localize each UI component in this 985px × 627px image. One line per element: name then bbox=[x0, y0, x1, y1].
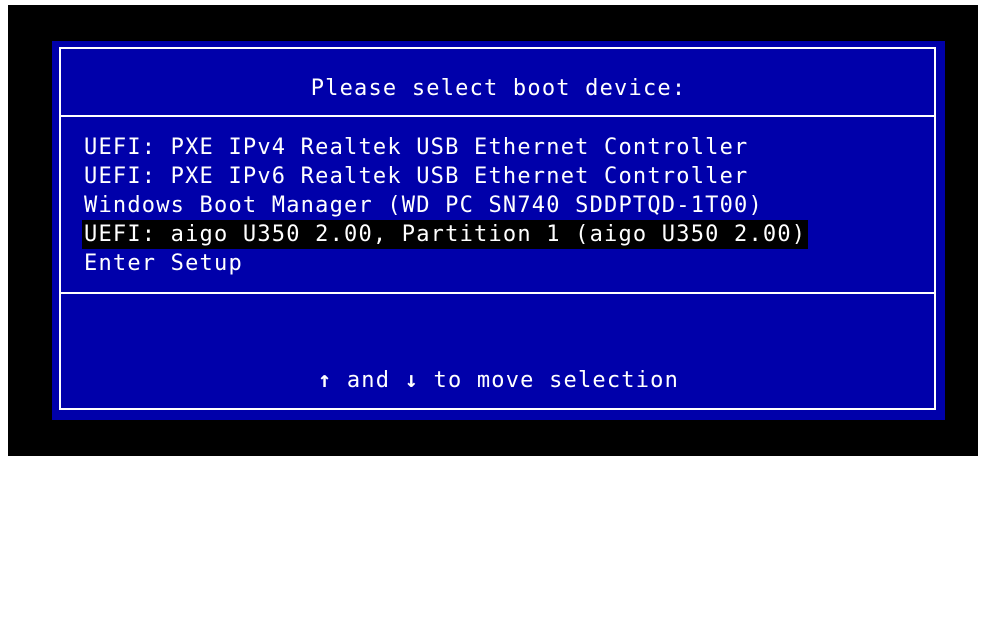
boot-option-label: UEFI: PXE IPv4 Realtek USB Ethernet Cont… bbox=[84, 135, 749, 160]
boot-option-windows-boot-manager[interactable]: Windows Boot Manager (WD PC SN740 SDDPTQ… bbox=[84, 191, 808, 220]
boot-option-enter-setup[interactable]: Enter Setup bbox=[84, 249, 808, 278]
boot-option-pxe-ipv6[interactable]: UEFI: PXE IPv6 Realtek USB Ethernet Cont… bbox=[84, 162, 808, 191]
help-esc-line: ESC to boot using defaults bbox=[310, 542, 687, 567]
up-arrow-icon: ↑ bbox=[317, 368, 333, 393]
help-divider bbox=[59, 292, 936, 294]
boot-option-label-selected: UEFI: aigo U350 2.00, Partition 1 (aigo … bbox=[82, 220, 809, 249]
boot-menu-panel: Please select boot device: UEFI: PXE IPv… bbox=[52, 41, 945, 567]
help-move-text: to move selection bbox=[419, 368, 680, 393]
boot-option-label: UEFI: PXE IPv6 Realtek USB Ethernet Cont… bbox=[84, 164, 749, 189]
boot-option-pxe-ipv4[interactable]: UEFI: PXE IPv4 Realtek USB Ethernet Cont… bbox=[84, 133, 808, 162]
title-divider bbox=[59, 115, 936, 117]
help-and-text: and bbox=[332, 368, 405, 393]
boot-menu-title: Please select boot device: bbox=[310, 76, 687, 101]
help-text: ↑ and ↓ to move selection ENTER to selec… bbox=[52, 308, 945, 627]
down-arrow-icon: ↓ bbox=[404, 368, 420, 393]
help-enter-line: ENTER to select boot device bbox=[303, 455, 694, 480]
help-move-line: ↑ and ↓ to move selection bbox=[52, 366, 945, 395]
boot-option-label: Windows Boot Manager (WD PC SN740 SDDPTQ… bbox=[84, 193, 763, 218]
boot-option-aigo-usb[interactable]: UEFI: aigo U350 2.00, Partition 1 (aigo … bbox=[82, 220, 809, 249]
boot-option-label: Enter Setup bbox=[84, 251, 243, 276]
screen: Please select boot device: UEFI: PXE IPv… bbox=[8, 5, 978, 567]
boot-device-list: UEFI: PXE IPv4 Realtek USB Ethernet Cont… bbox=[82, 133, 809, 278]
